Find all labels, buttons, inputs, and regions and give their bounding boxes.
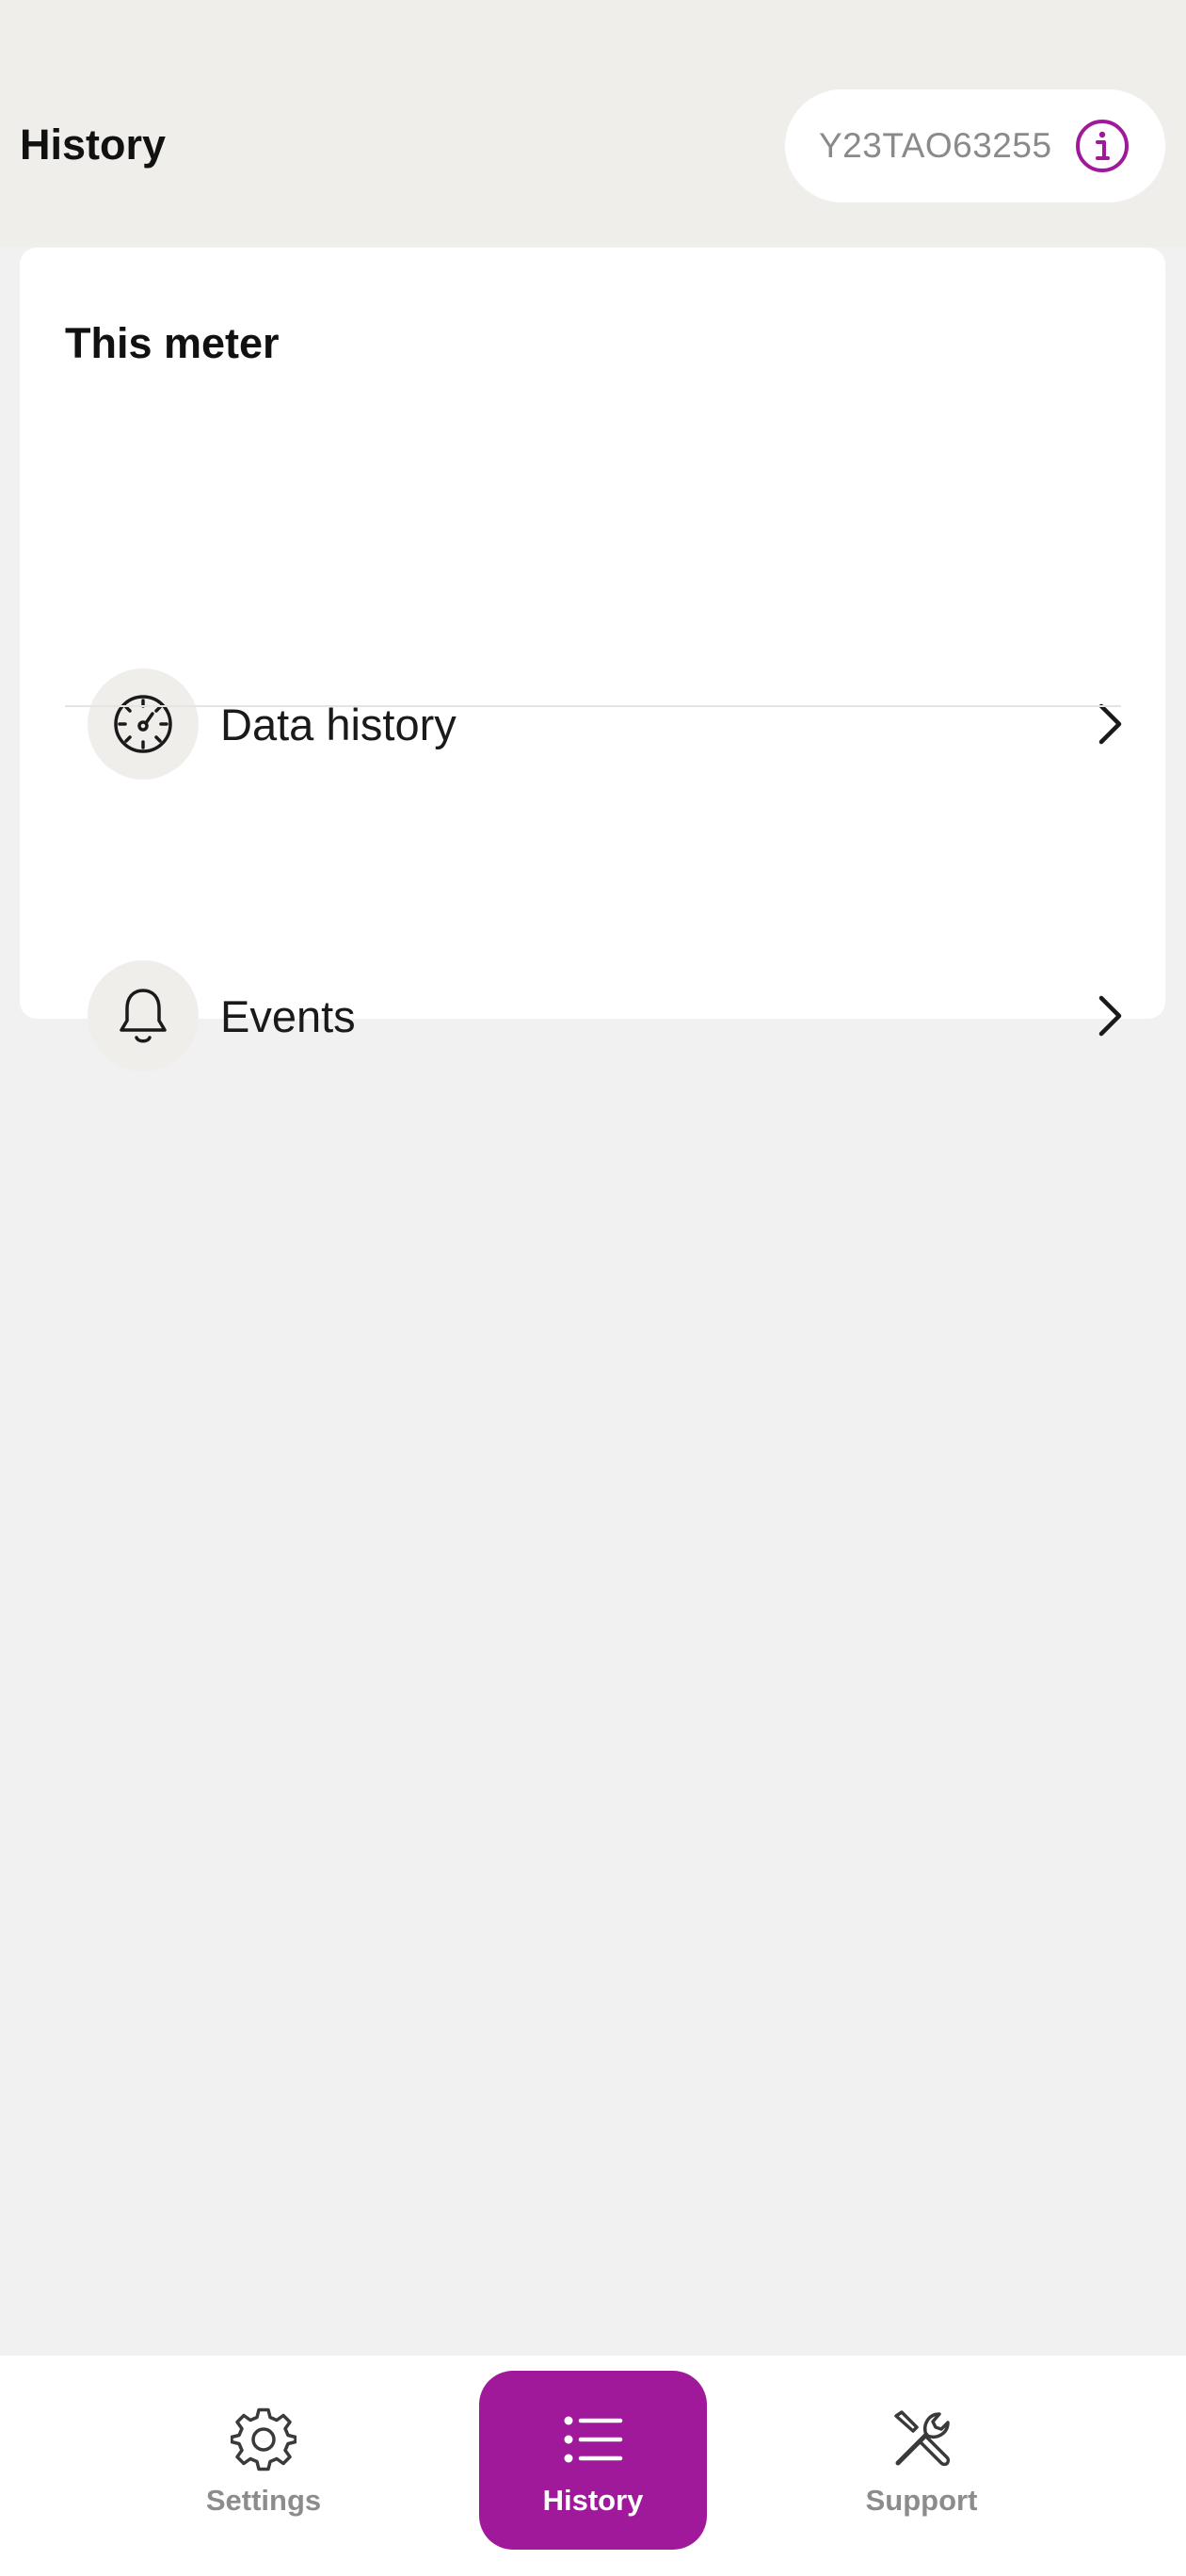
page-title: History [20,121,167,169]
gauge-icon [88,668,199,780]
chevron-right-icon [1092,988,1130,1044]
gear-icon [231,2407,296,2472]
history-screen: History Y23TAO63255 This meter Data hist… [0,0,1186,2576]
header: History Y23TAO63255 [0,0,1186,247]
nav-settings[interactable]: Settings [150,2371,377,2550]
events-row[interactable]: Events [20,931,1165,1101]
info-icon[interactable] [1075,119,1130,173]
nav-support[interactable]: Support [808,2371,1035,2550]
meter-id-pill[interactable]: Y23TAO63255 [785,89,1165,202]
nav-settings-label: Settings [205,2484,322,2517]
nav-history[interactable]: History [479,2371,707,2550]
bottom-navigation: Settings History Support [0,2356,1186,2576]
chevron-right-icon [1092,696,1130,752]
this-meter-card: This meter Data history Events [20,248,1165,1071]
bell-icon [88,960,199,1071]
list-icon [560,2407,626,2472]
data-history-row[interactable]: Data history [20,639,1165,809]
tools-icon [889,2407,954,2472]
row-divider [65,705,1121,707]
nav-history-label: History [542,2484,644,2517]
meter-id: Y23TAO63255 [819,126,1052,165]
nav-support-label: Support [865,2484,978,2517]
card-title: This meter [65,319,280,367]
events-label: Events [220,990,356,1041]
